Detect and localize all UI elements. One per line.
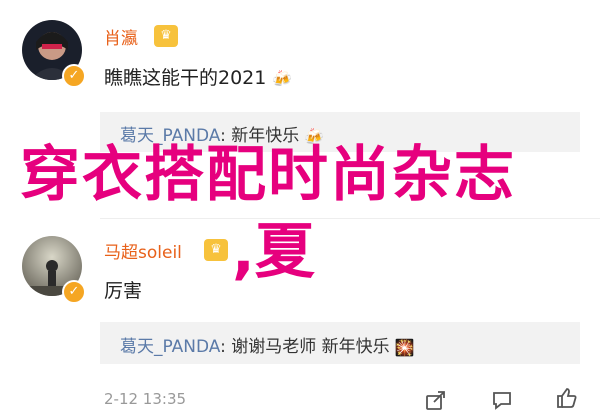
comment-body: 瞧瞧这能干的2021 xyxy=(104,67,267,89)
beer-emoji-icon: 🍻 xyxy=(272,69,293,88)
overlay-title: 穿衣搭配时尚杂志 xyxy=(20,140,516,210)
sparkle-emoji-icon: 🎇 xyxy=(394,338,415,357)
vip-crown-icon: ♛ xyxy=(204,239,228,261)
like-icon[interactable] xyxy=(555,386,579,410)
comment-text: 厉害 xyxy=(104,280,143,302)
comment-icon[interactable] xyxy=(490,388,514,412)
vip-crown-icon: ♛ xyxy=(154,25,178,47)
timestamp: 2-12 13:35 xyxy=(104,390,187,408)
verified-badge-icon: ✓ xyxy=(62,280,86,304)
reply-text: 谢谢马老师 新年快乐 xyxy=(225,337,390,357)
comment-text: 瞧瞧这能干的2021 🍻 xyxy=(104,63,292,90)
reply-box[interactable]: 葛天_PANDA: 谢谢马老师 新年快乐 🎇 xyxy=(100,322,580,364)
overlay-title-suffix: ,夏 xyxy=(232,217,315,287)
reply-username[interactable]: 葛天_PANDA xyxy=(120,337,220,357)
divider xyxy=(100,218,600,219)
verified-badge-icon: ✓ xyxy=(62,64,86,88)
username[interactable]: 肖瀛 xyxy=(104,24,138,49)
share-icon[interactable] xyxy=(424,388,448,412)
username[interactable]: 马超soleil xyxy=(104,238,182,263)
